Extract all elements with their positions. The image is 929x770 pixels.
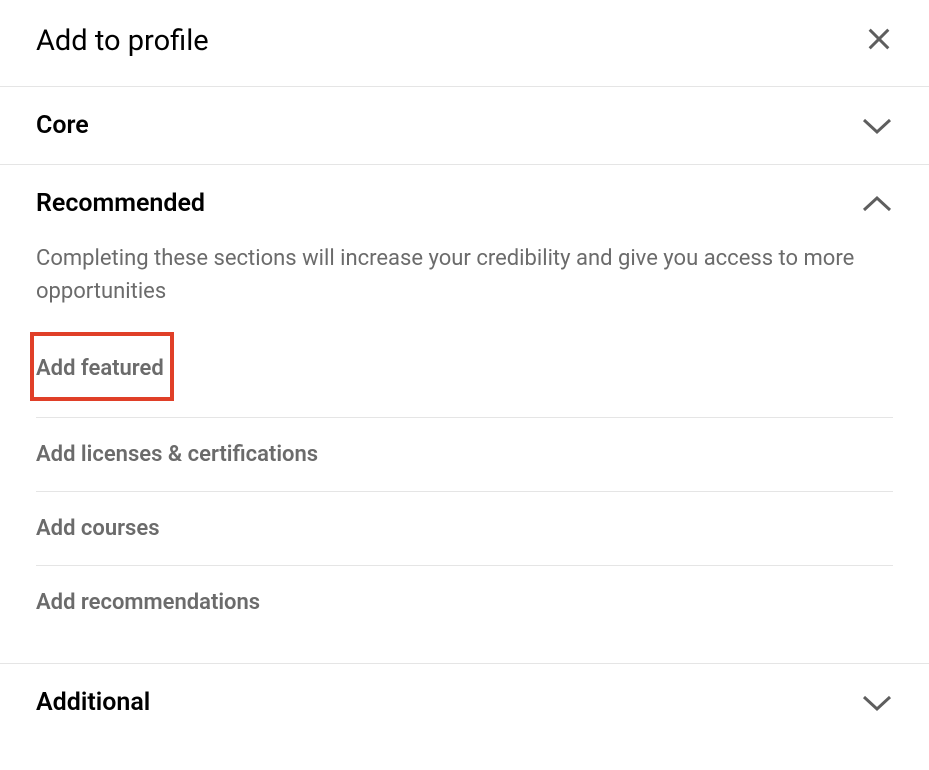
section-title-core: Core [36, 111, 89, 140]
chevron-up-icon [861, 194, 893, 214]
modal-title: Add to profile [36, 24, 209, 58]
chevron-down-icon [861, 116, 893, 136]
section-title-additional: Additional [36, 688, 150, 717]
option-add-courses[interactable]: Add courses [36, 492, 893, 566]
section-body-recommended: Completing these sections will increase … [0, 242, 929, 663]
section-header-recommended[interactable]: Recommended [0, 165, 929, 242]
option-add-featured[interactable]: Add featured [36, 332, 893, 418]
option-label: Add featured [36, 356, 164, 381]
option-label: Add recommendations [36, 590, 260, 615]
section-header-core[interactable]: Core [0, 87, 929, 164]
option-label: Add licenses & certifications [36, 442, 318, 467]
option-label: Add courses [36, 516, 160, 541]
option-list: Add featured Add licenses & certificatio… [36, 332, 893, 639]
chevron-down-icon [861, 693, 893, 713]
modal-header: Add to profile [0, 0, 929, 86]
section-description: Completing these sections will increase … [36, 242, 893, 308]
highlight-box: Add featured [30, 332, 174, 401]
section-header-additional[interactable]: Additional [0, 664, 929, 741]
section-title-recommended: Recommended [36, 189, 205, 218]
option-add-licenses[interactable]: Add licenses & certifications [36, 418, 893, 492]
close-button[interactable] [865, 25, 893, 57]
option-add-recommendations[interactable]: Add recommendations [36, 566, 893, 639]
close-icon [865, 25, 893, 57]
